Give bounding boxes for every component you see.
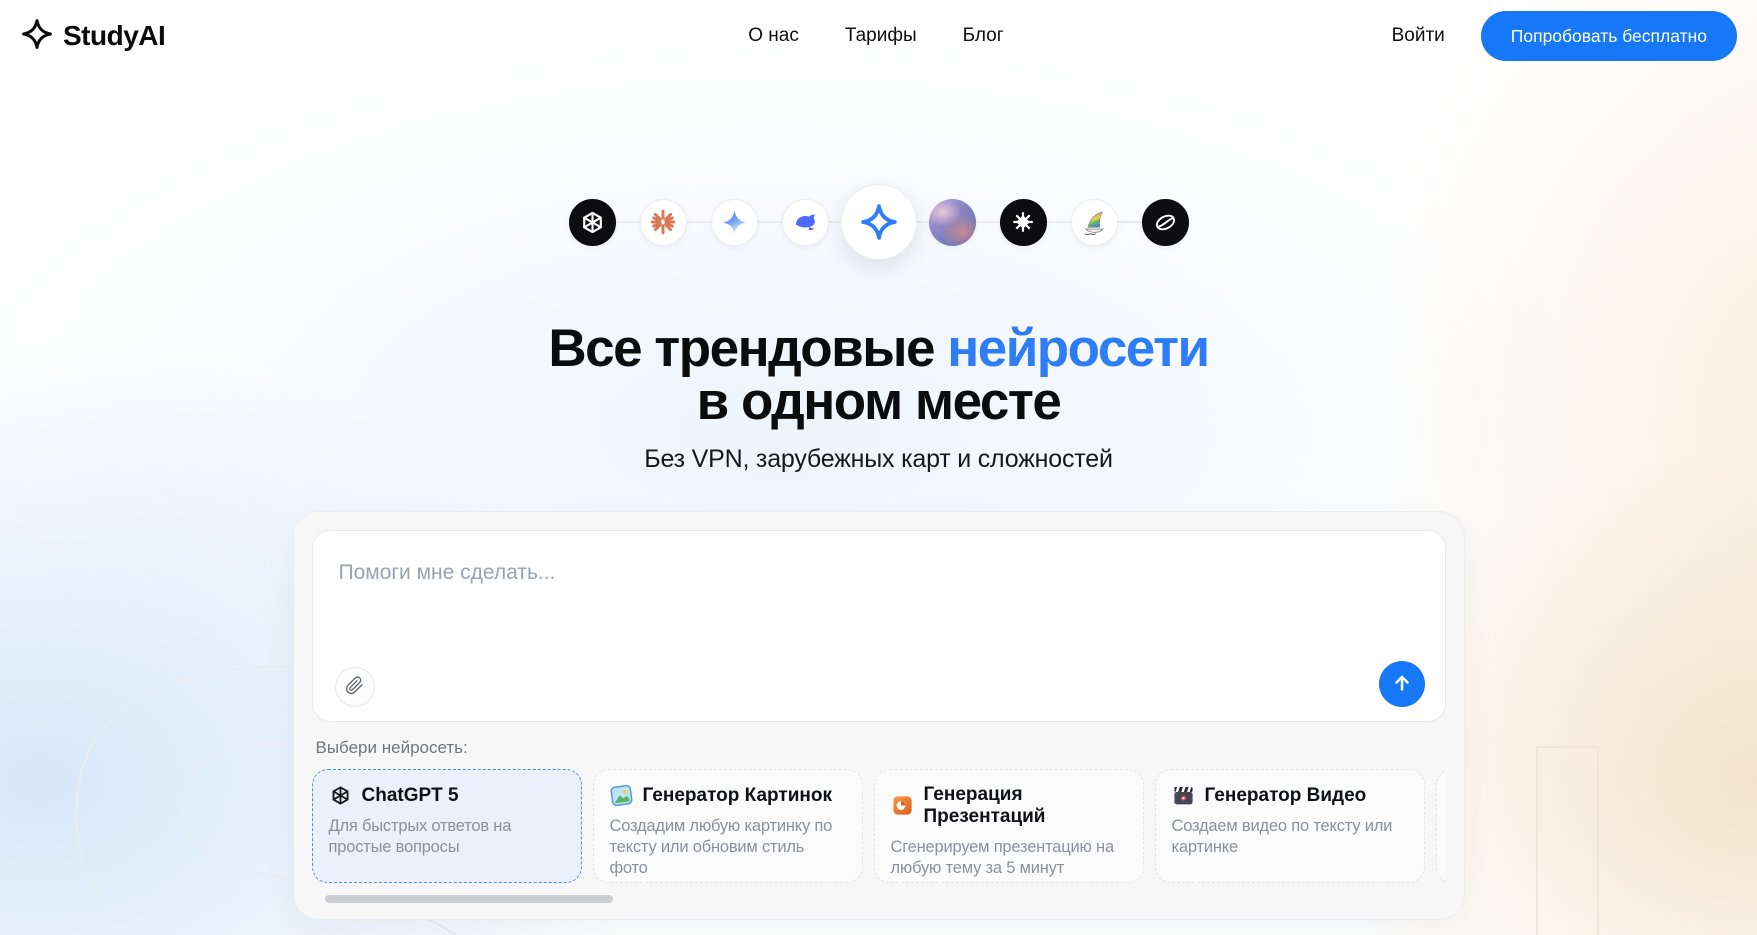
model-card-desc: Создаем видео по тексту или картинке [1172, 816, 1408, 858]
model-card-desc: Для быстрых ответов на простые вопросы [329, 816, 565, 858]
studyai-star-icon [841, 184, 917, 260]
model-card-image-generator[interactable]: Генератор Картинок Создадим любую картин… [593, 769, 863, 883]
model-card-title: Генерация Презентаций [924, 784, 1044, 828]
picture-frame-icon [610, 784, 633, 807]
scrollbar-thumb[interactable] [325, 895, 613, 903]
model-card-desc: Создадим любую картинку по тексту или об… [610, 816, 846, 879]
paperclip-icon [345, 676, 364, 698]
model-card-presentations[interactable]: Генерация Презентаций Сгенерируем презен… [874, 769, 1144, 883]
brand-name: StudyAI [63, 20, 165, 52]
openai-icon [329, 784, 352, 807]
page-subtitle: Без VPN, зарубежных карт и сложностей [0, 445, 1757, 474]
openai-icon [569, 199, 616, 246]
nav-pricing[interactable]: Тарифы [845, 25, 917, 47]
title-line-2: в одном месте [697, 372, 1061, 431]
model-card-desc: Сгенерируем презентацию на любую тему за… [891, 837, 1127, 879]
header-actions: Войти Попробовать бесплатно [1392, 11, 1737, 61]
model-card-title: Генератор Видео [1205, 785, 1367, 807]
nav-about[interactable]: О нас [748, 25, 799, 47]
deepseek-whale-icon [782, 199, 829, 246]
nav-blog[interactable]: Блог [963, 25, 1004, 47]
prompt-input[interactable] [339, 561, 1339, 681]
try-free-button[interactable]: Попробовать бесплатно [1481, 11, 1737, 61]
black-star-icon [1000, 199, 1047, 246]
model-card-title: Генератор Картинок [643, 785, 832, 807]
model-card-title: ChatGPT 5 [362, 785, 459, 807]
clapperboard-icon [1172, 784, 1195, 807]
presentation-icon [891, 794, 914, 817]
hero-section: Все трендовые нейросети в одном месте Бе… [0, 184, 1757, 920]
model-card-video-generator[interactable]: Генератор Видео Создаем видео по тексту … [1155, 769, 1425, 883]
model-cards-row: ChatGPT 5 Для быстрых ответов на простые… [312, 769, 1446, 883]
page-title: Все трендовые нейросети в одном месте [0, 322, 1757, 428]
photo-avatar-icon [929, 199, 976, 246]
title-part-1: Все трендовые [548, 319, 947, 378]
model-chooser-label: Выбери нейросеть: [316, 738, 1446, 758]
studyai-star-icon [20, 17, 54, 56]
cards-scrollbar [309, 895, 1446, 903]
send-button[interactable] [1379, 661, 1425, 707]
ai-models-icon-strip [0, 184, 1757, 260]
composer-panel: Выбери нейросеть: ChatGPT 5 Для быстрых … [293, 511, 1465, 920]
swirl-loop-icon [1142, 199, 1189, 246]
main-nav: О нас Тарифы Блог [748, 25, 1003, 47]
gemini-star-icon [711, 199, 758, 246]
claude-starburst-icon [640, 199, 687, 246]
model-card-partial[interactable] [1436, 769, 1446, 883]
arrow-up-icon [1390, 671, 1414, 698]
title-highlight: нейросети [947, 319, 1208, 378]
model-card-chatgpt[interactable]: ChatGPT 5 Для быстрых ответов на простые… [312, 769, 582, 883]
attach-file-button[interactable] [335, 667, 375, 707]
prompt-box [312, 530, 1446, 722]
brand-logo[interactable]: StudyAI [20, 17, 165, 56]
login-link[interactable]: Войти [1392, 25, 1445, 47]
midjourney-sailboat-icon [1071, 199, 1118, 246]
top-bar: StudyAI О нас Тарифы Блог Войти Попробов… [0, 0, 1757, 72]
